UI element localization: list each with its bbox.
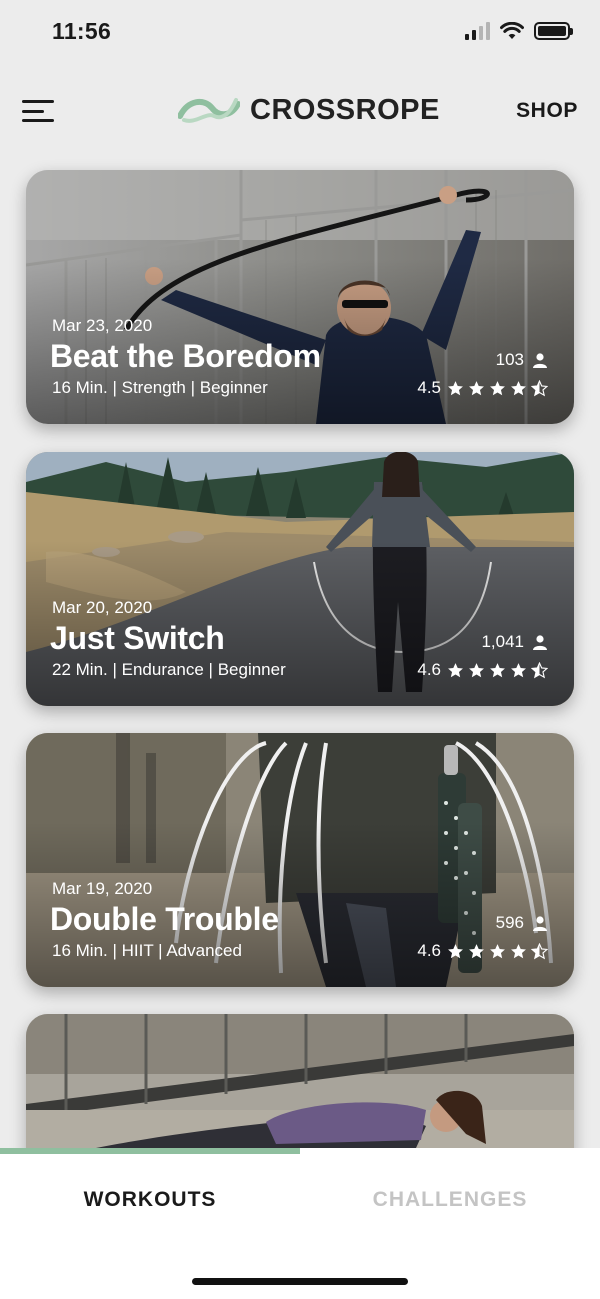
workout-meta: 16 Min. | Strength | Beginner bbox=[52, 378, 268, 397]
hamburger-menu-icon[interactable] bbox=[22, 100, 54, 122]
logo-text: CROSSROPE bbox=[250, 93, 440, 126]
person-icon bbox=[533, 916, 547, 931]
crossrope-logo-icon bbox=[178, 98, 240, 123]
status-icons bbox=[465, 22, 573, 40]
star-icon bbox=[448, 662, 463, 677]
status-bar: 11:56 bbox=[0, 0, 600, 66]
rating-value: 4.5 bbox=[417, 378, 441, 397]
workout-card[interactable]: Mar 20, 2020 Just Switch 22 Min. | Endur… bbox=[26, 452, 574, 706]
half-star-icon bbox=[531, 942, 548, 959]
star-icon bbox=[448, 943, 463, 958]
person-icon bbox=[533, 353, 547, 368]
star-icon bbox=[469, 943, 484, 958]
shop-link[interactable]: SHOP bbox=[516, 99, 578, 123]
workout-card[interactable]: Mar 23, 2020 Beat the Boredom 16 Min. | … bbox=[26, 170, 574, 424]
rating-value: 4.6 bbox=[417, 941, 441, 960]
battery-icon bbox=[534, 22, 573, 40]
star-icon bbox=[511, 662, 526, 677]
bottom-tab-bar: WORKOUTS CHALLENGES bbox=[0, 1148, 600, 1299]
rating-value: 4.6 bbox=[417, 660, 441, 679]
workout-meta: 22 Min. | Endurance | Beginner bbox=[52, 660, 286, 679]
workout-date: Mar 23, 2020 bbox=[52, 316, 153, 335]
status-time: 11:56 bbox=[52, 18, 112, 44]
workout-card[interactable]: Mar 19, 2020 Double Trouble 16 Min. | HI… bbox=[26, 733, 574, 987]
home-indicator bbox=[192, 1278, 408, 1285]
active-tab-indicator bbox=[0, 1148, 300, 1154]
star-icon bbox=[448, 380, 463, 395]
workout-user-count: 596 bbox=[496, 913, 548, 933]
half-star-icon bbox=[531, 661, 548, 678]
star-icon bbox=[469, 662, 484, 677]
user-count: 596 bbox=[495, 913, 524, 932]
crossrope-logo: CROSSROPE bbox=[178, 92, 440, 128]
workout-date: Mar 19, 2020 bbox=[52, 879, 153, 898]
tab-challenges[interactable]: CHALLENGES bbox=[300, 1188, 600, 1212]
wifi-icon bbox=[500, 22, 524, 39]
user-count: 103 bbox=[495, 350, 524, 369]
star-icon bbox=[511, 380, 526, 395]
workout-rating: 4.6 bbox=[417, 941, 548, 961]
user-count: 1,041 bbox=[481, 632, 524, 651]
workout-user-count: 1,041 bbox=[481, 632, 548, 652]
app-header: CROSSROPE SHOP bbox=[0, 80, 600, 142]
star-icon bbox=[511, 943, 526, 958]
half-star-icon bbox=[531, 379, 548, 396]
workout-date: Mar 20, 2020 bbox=[52, 598, 153, 617]
workout-title: Beat the Boredom bbox=[50, 338, 321, 374]
workout-title: Double Trouble bbox=[50, 901, 279, 937]
star-icon bbox=[490, 380, 505, 395]
cellular-signal-icon bbox=[465, 22, 490, 40]
workout-title: Just Switch bbox=[50, 620, 225, 656]
star-icon bbox=[469, 380, 484, 395]
star-rating bbox=[447, 379, 548, 397]
star-icon bbox=[490, 662, 505, 677]
star-icon bbox=[490, 943, 505, 958]
workout-rating: 4.5 bbox=[417, 378, 548, 398]
star-rating bbox=[447, 661, 548, 679]
tab-workouts[interactable]: WORKOUTS bbox=[0, 1188, 300, 1212]
workout-user-count: 103 bbox=[496, 350, 548, 370]
person-icon bbox=[533, 635, 547, 650]
star-rating bbox=[447, 942, 548, 960]
workout-meta: 16 Min. | HIIT | Advanced bbox=[52, 941, 242, 960]
workout-rating: 4.6 bbox=[417, 660, 548, 680]
